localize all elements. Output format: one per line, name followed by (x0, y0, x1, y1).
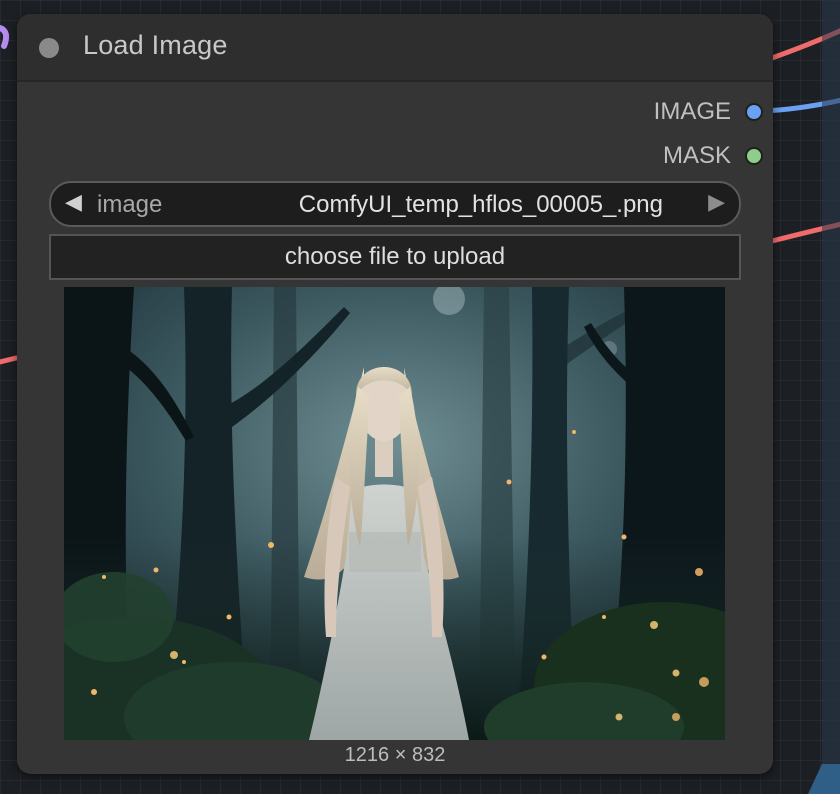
wire-red-left (0, 355, 19, 365)
collapse-dot-icon[interactable] (39, 38, 59, 58)
output-image-label: IMAGE (653, 98, 731, 125)
node-title-bar[interactable]: Load Image (17, 14, 773, 82)
wire-red-mid (769, 221, 840, 244)
forest-woman-illustration (64, 287, 725, 740)
upload-file-button[interactable]: choose file to upload (49, 234, 741, 280)
wire-blue-image (759, 97, 840, 114)
image-combo-value[interactable]: ComfyUI_temp_hflos_00005_.png (299, 191, 663, 219)
image-combo-label: image (97, 191, 163, 218)
canvas-edge-strip (822, 0, 840, 794)
image-combo-widget[interactable]: ◀ image ComfyUI_temp_hflos_00005_.png ▶ (49, 181, 741, 227)
node-title: Load Image (83, 30, 228, 60)
image-preview (64, 287, 725, 740)
prev-image-arrow-icon[interactable]: ◀ (65, 189, 82, 215)
wire-red-top (769, 28, 840, 61)
output-image-dot-icon[interactable] (745, 103, 763, 121)
load-image-node[interactable]: Load Image IMAGE MASK ◀ image ComfyUI_te… (17, 14, 773, 774)
output-image-slot[interactable]: IMAGE (654, 97, 763, 127)
wire-purple-left (0, 25, 10, 49)
preview-dimensions-label: 1216 × 832 (344, 744, 446, 766)
output-mask-slot[interactable]: MASK (663, 141, 763, 171)
output-mask-dot-icon[interactable] (745, 147, 763, 165)
canvas-corner-mark (808, 764, 840, 794)
next-image-arrow-icon[interactable]: ▶ (708, 189, 725, 215)
output-mask-label: MASK (662, 142, 731, 169)
